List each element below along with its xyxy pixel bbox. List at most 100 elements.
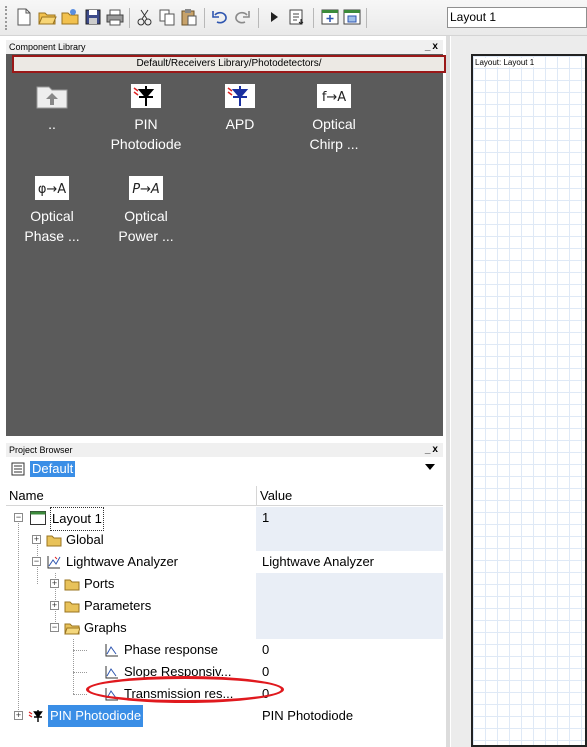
open-folder-icon[interactable] xyxy=(37,7,57,27)
main-toolbar: Layout 1 xyxy=(0,0,587,36)
optical-power-icon-text: P→A xyxy=(132,182,160,197)
pane-splitter[interactable] xyxy=(446,36,450,747)
tree-label: Phase response xyxy=(124,642,218,657)
collapse-toggle[interactable]: − xyxy=(50,623,59,632)
optical-chirp-icon: f→A xyxy=(314,82,354,110)
expand-toggle[interactable]: + xyxy=(50,601,59,610)
photodiode-icon xyxy=(126,82,166,110)
project-tree: − Layout 1 1 + Global − Lightwave Analyz… xyxy=(6,507,443,747)
component-library-title: Component Library xyxy=(9,42,86,52)
component-library-window-buttons[interactable]: _x xyxy=(425,40,440,54)
tree-row[interactable]: + Global xyxy=(6,529,443,551)
library-item-apd[interactable]: APD xyxy=(193,82,287,134)
tree-row[interactable]: Phase response 0 xyxy=(6,639,443,661)
layout-select[interactable]: Layout 1 xyxy=(447,7,587,28)
tree-row[interactable]: + PIN Photodiode PIN Photodiode xyxy=(6,705,443,727)
tree-value: 1 xyxy=(256,507,443,529)
tree-value: PIN Photodiode xyxy=(262,708,354,723)
library-item-optical-power[interactable]: P→A Optical Power ... xyxy=(99,174,193,246)
tree-value: 0 xyxy=(262,664,270,679)
library-item-label-2: Photodiode xyxy=(110,136,182,152)
project-browser-window-buttons[interactable]: _x xyxy=(425,443,440,457)
optical-power-icon: P→A xyxy=(126,174,166,202)
print-icon[interactable] xyxy=(105,7,125,27)
toolbar-separator xyxy=(366,8,367,28)
expand-toggle[interactable]: + xyxy=(32,535,41,544)
library-item-label: APD xyxy=(225,116,255,132)
project-browser-titlebar: Project Browser _x xyxy=(6,443,443,457)
toolbar-separator xyxy=(129,8,130,28)
run-icon[interactable] xyxy=(265,7,285,27)
project-select[interactable]: Default xyxy=(6,458,443,480)
redo-icon[interactable] xyxy=(232,7,252,27)
library-item-label-2: Chirp ... xyxy=(309,136,359,152)
tree-row[interactable]: − Layout 1 1 xyxy=(6,507,443,531)
avalanche-photodiode-icon xyxy=(220,82,260,110)
tree-value xyxy=(256,617,443,639)
tree-value: 0 xyxy=(262,686,270,701)
paste-icon[interactable] xyxy=(179,7,199,27)
tree-label-selected: PIN Photodiode xyxy=(48,705,144,727)
project-browser-title: Project Browser xyxy=(9,445,73,455)
component-library-titlebar: Component Library _x xyxy=(6,40,443,54)
column-header-name[interactable]: Name xyxy=(9,488,44,503)
project-name: Default xyxy=(30,461,76,477)
tree-label: Layout 1 xyxy=(50,507,104,531)
tree-value: 0 xyxy=(262,642,270,657)
chevron-down-icon[interactable] xyxy=(425,464,435,470)
cut-icon[interactable] xyxy=(135,7,155,27)
library-path: Default/Receivers Library/Photodetectors… xyxy=(136,58,322,69)
library-path-bar[interactable]: Default/Receivers Library/Photodetectors… xyxy=(12,55,446,73)
tree-row[interactable]: − Lightwave Analyzer Lightwave Analyzer xyxy=(6,551,443,573)
layout-pane: Layout: Layout 1 xyxy=(451,36,587,747)
library-item-optical-phase[interactable]: φ→A Optical Phase ... xyxy=(5,174,99,246)
toolbar-grip[interactable] xyxy=(5,6,8,30)
layout-props-icon[interactable] xyxy=(342,7,362,27)
photodiode-icon xyxy=(28,708,46,730)
new-file-icon[interactable] xyxy=(14,7,34,27)
layout-canvas-label: Layout: Layout 1 xyxy=(475,58,535,67)
toolbar-separator xyxy=(313,8,314,28)
tree-value xyxy=(256,573,443,595)
library-item-label: Optical xyxy=(124,208,168,224)
collapse-toggle[interactable]: − xyxy=(32,557,41,566)
undo-icon[interactable] xyxy=(210,7,230,27)
save-icon[interactable] xyxy=(83,7,103,27)
tree-row[interactable]: + Ports xyxy=(6,573,443,595)
tree-row[interactable]: − Graphs xyxy=(6,617,443,639)
expand-toggle[interactable]: + xyxy=(50,579,59,588)
library-item-label: PIN xyxy=(134,116,158,132)
layout-canvas[interactable]: Layout: Layout 1 xyxy=(471,54,587,747)
parent-folder-icon xyxy=(32,82,72,110)
tree-value xyxy=(256,529,443,551)
optical-phase-icon: φ→A xyxy=(32,174,72,202)
toolbar-separator xyxy=(258,8,259,28)
highlight-annotation-oval xyxy=(86,676,284,703)
layout-add-icon[interactable] xyxy=(320,7,340,27)
tree-label: Global xyxy=(66,532,104,547)
tree-value: Lightwave Analyzer xyxy=(262,554,375,569)
project-icon xyxy=(11,462,25,479)
column-divider[interactable] xyxy=(256,486,257,506)
project-tree-header: Name Value xyxy=(6,486,443,506)
tree-value xyxy=(256,595,443,617)
tree-row[interactable]: + Parameters xyxy=(6,595,443,617)
library-item-pin-photodiode[interactable]: PIN Photodiode xyxy=(99,82,193,154)
library-item-parent[interactable]: .. xyxy=(5,82,99,134)
expand-toggle[interactable]: + xyxy=(14,711,23,720)
library-item-label: Optical xyxy=(30,208,74,224)
open-samples-icon[interactable] xyxy=(60,7,80,27)
tree-label: Parameters xyxy=(84,598,152,613)
collapse-toggle[interactable]: − xyxy=(14,513,23,522)
library-item-label-2: Power ... xyxy=(118,228,174,244)
library-item-optical-chirp[interactable]: f→A Optical Chirp ... xyxy=(287,82,381,154)
library-item-label-2: Phase ... xyxy=(24,228,80,244)
tree-label: Ports xyxy=(84,576,115,591)
copy-icon[interactable] xyxy=(157,7,177,27)
layout-select-value: Layout 1 xyxy=(450,10,497,24)
column-header-value[interactable]: Value xyxy=(260,488,292,503)
library-item-label: Optical xyxy=(312,116,356,132)
library-item-label: .. xyxy=(48,116,56,132)
tree-label: Graphs xyxy=(84,620,127,635)
report-icon[interactable] xyxy=(287,7,307,27)
